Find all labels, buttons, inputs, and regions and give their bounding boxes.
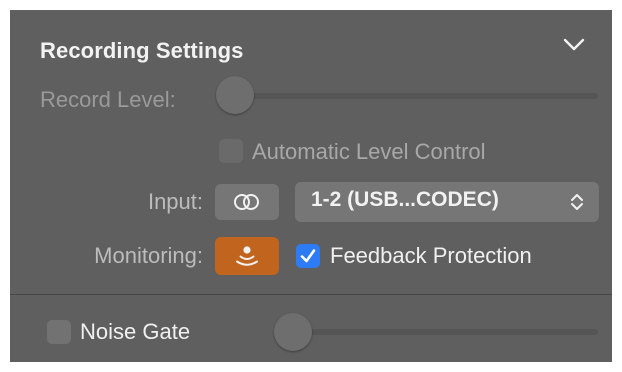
checkmark-icon <box>299 247 317 270</box>
noise-gate-label: Noise Gate <box>80 319 191 344</box>
automatic-level-control-checkbox[interactable] <box>219 139 243 163</box>
record-level-track <box>222 93 598 99</box>
recording-settings-panel: Recording Settings Record Level: Automat… <box>10 10 612 362</box>
record-level-label: Record Level: <box>40 87 176 112</box>
feedback-protection-checkbox[interactable] <box>296 244 320 268</box>
monitoring-waves-icon <box>232 242 262 275</box>
up-down-chevrons-icon <box>567 190 587 219</box>
input-channel-button[interactable] <box>215 184 279 220</box>
input-source-select[interactable]: 1-2 (USB...CODEC) <box>295 182 599 222</box>
feedback-protection-label: Feedback Protection <box>330 243 532 268</box>
monitoring-toggle-button[interactable] <box>215 237 279 275</box>
stereo-rings-icon <box>229 190 265 219</box>
chevron-down-icon[interactable] <box>560 32 588 56</box>
noise-gate-track <box>278 329 598 335</box>
monitoring-label: Monitoring: <box>94 243 203 268</box>
noise-gate-slider[interactable] <box>274 313 312 351</box>
automatic-level-control-label: Automatic Level Control <box>252 139 486 164</box>
noise-gate-checkbox[interactable] <box>47 320 71 344</box>
section-divider <box>10 294 612 295</box>
input-source-value: 1-2 (USB...CODEC) <box>311 188 499 211</box>
record-level-slider[interactable] <box>216 76 254 114</box>
panel-title: Recording Settings <box>40 38 244 63</box>
input-label: Input: <box>147 189 203 214</box>
